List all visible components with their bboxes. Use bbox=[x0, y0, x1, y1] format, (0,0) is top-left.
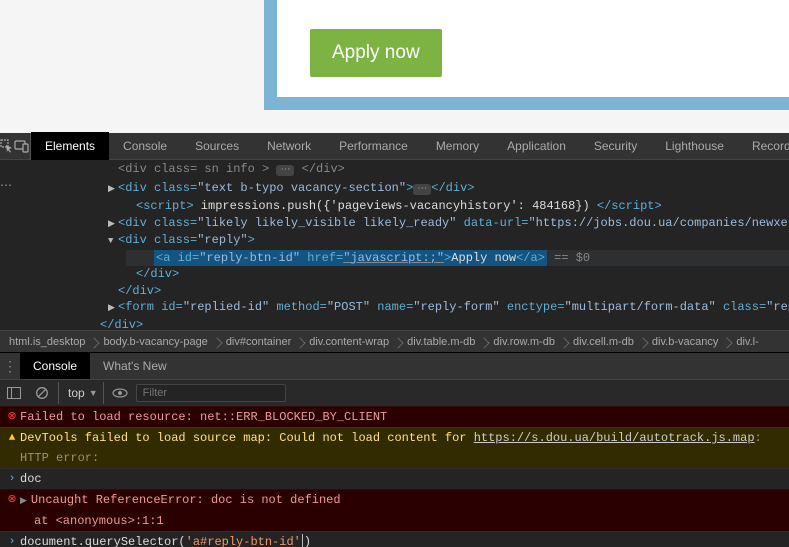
drawer-tab-whatsnew[interactable]: What's New bbox=[90, 353, 180, 379]
error-icon: ⊗ bbox=[4, 407, 20, 427]
console-error[interactable]: ⊗Failed to load resource: net::ERR_BLOCK… bbox=[0, 406, 789, 427]
drawer-menu-icon[interactable]: ⋮ bbox=[0, 358, 20, 375]
device-toggle-icon[interactable] bbox=[14, 133, 31, 160]
overflow-ellipsis[interactable]: ⋯ bbox=[0, 178, 12, 195]
crumb[interactable]: div.table.m-db bbox=[398, 336, 484, 348]
dom-line[interactable]: </div> bbox=[90, 283, 789, 300]
apply-now-button[interactable]: Apply now bbox=[310, 29, 442, 77]
live-expression-icon[interactable] bbox=[108, 382, 132, 404]
tab-sources[interactable]: Sources bbox=[181, 132, 253, 160]
crumb[interactable]: div.row.m-db bbox=[484, 336, 564, 348]
clear-console-icon[interactable] bbox=[30, 382, 54, 404]
dom-line[interactable]: <div class="likely likely_visible likely… bbox=[90, 215, 789, 233]
text-cursor bbox=[302, 534, 303, 547]
elements-panel[interactable]: ⋯ <div class= sn info > ⋯ </div> <div cl… bbox=[0, 160, 789, 330]
tab-recorder[interactable]: Record bbox=[738, 132, 789, 160]
chevron-down-icon: ▼ bbox=[89, 388, 98, 398]
dom-line[interactable]: <div class="reply"> bbox=[90, 232, 789, 250]
dom-line[interactable]: <div class= sn info > ⋯ </div> bbox=[90, 161, 789, 180]
tab-security[interactable]: Security bbox=[580, 132, 651, 160]
crumb[interactable]: div.content-wrap bbox=[300, 336, 398, 348]
console-messages[interactable]: ⊗Failed to load resource: net::ERR_BLOCK… bbox=[0, 406, 789, 547]
error-icon: ⊗ bbox=[4, 490, 20, 531]
console-sidebar-toggle-icon[interactable] bbox=[2, 382, 26, 404]
crumb[interactable]: div#container bbox=[217, 336, 300, 348]
dom-line[interactable]: </div> bbox=[72, 317, 789, 331]
page-preview: Apply now bbox=[0, 0, 789, 133]
caret-right-icon[interactable]: ▶ bbox=[20, 496, 27, 506]
crumb[interactable]: body.b-vacancy-page bbox=[94, 336, 216, 348]
console-input-current[interactable]: ›document.querySelector('a#reply-btn-id'… bbox=[0, 531, 789, 547]
console-toolbar: top ▼ bbox=[0, 379, 789, 406]
crumb[interactable]: html.is_desktop bbox=[0, 336, 94, 348]
dom-line[interactable]: <form id="replied-id" method="POST" name… bbox=[90, 299, 789, 317]
dom-breadcrumb[interactable]: html.is_desktop body.b-vacancy-page div#… bbox=[0, 330, 789, 352]
crumb[interactable]: div.b-vacancy bbox=[643, 336, 727, 348]
drawer-tab-console[interactable]: Console bbox=[20, 353, 90, 379]
console-warning[interactable]: ▲DevTools failed to load source map: Cou… bbox=[0, 427, 789, 468]
context-label: top bbox=[68, 386, 85, 400]
warning-link[interactable]: https://s.dou.ua/build/autotrack.js.map bbox=[474, 431, 755, 445]
tab-network[interactable]: Network bbox=[253, 132, 325, 160]
dom-line[interactable]: <div class="text b-typo vacancy-section"… bbox=[90, 180, 789, 199]
crumb[interactable]: div.l- bbox=[727, 336, 767, 348]
tab-console[interactable]: Console bbox=[109, 132, 181, 160]
console-input[interactable]: ›doc bbox=[0, 468, 789, 489]
devtools: Elements Console Sources Network Perform… bbox=[0, 133, 789, 547]
dom-line-selected[interactable]: <a id="reply-btn-id" href="javascript:;"… bbox=[126, 250, 789, 267]
tab-elements[interactable]: Elements bbox=[31, 132, 109, 160]
execution-context[interactable]: top ▼ bbox=[58, 382, 104, 404]
dom-line[interactable]: </div> bbox=[108, 266, 789, 283]
tab-lighthouse[interactable]: Lighthouse bbox=[651, 132, 738, 160]
crumb[interactable]: div.cell.m-db bbox=[564, 336, 643, 348]
dom-line[interactable]: <script> impressions.push({'pageviews-va… bbox=[108, 198, 789, 215]
console-drawer-tabs: ⋮ Console What's New bbox=[0, 352, 789, 379]
tab-performance[interactable]: Performance bbox=[325, 132, 422, 160]
tab-memory[interactable]: Memory bbox=[422, 132, 493, 160]
chevron-right-icon: › bbox=[4, 532, 20, 547]
warning-icon: ▲ bbox=[4, 428, 20, 468]
devtools-tabs: Elements Console Sources Network Perform… bbox=[0, 133, 789, 160]
chevron-right-icon: › bbox=[4, 469, 20, 489]
console-error[interactable]: ⊗▶Uncaught ReferenceError: doc is not de… bbox=[0, 489, 789, 531]
console-filter-input[interactable] bbox=[136, 384, 286, 402]
inspect-icon[interactable] bbox=[0, 133, 14, 160]
tab-application[interactable]: Application bbox=[493, 132, 580, 160]
